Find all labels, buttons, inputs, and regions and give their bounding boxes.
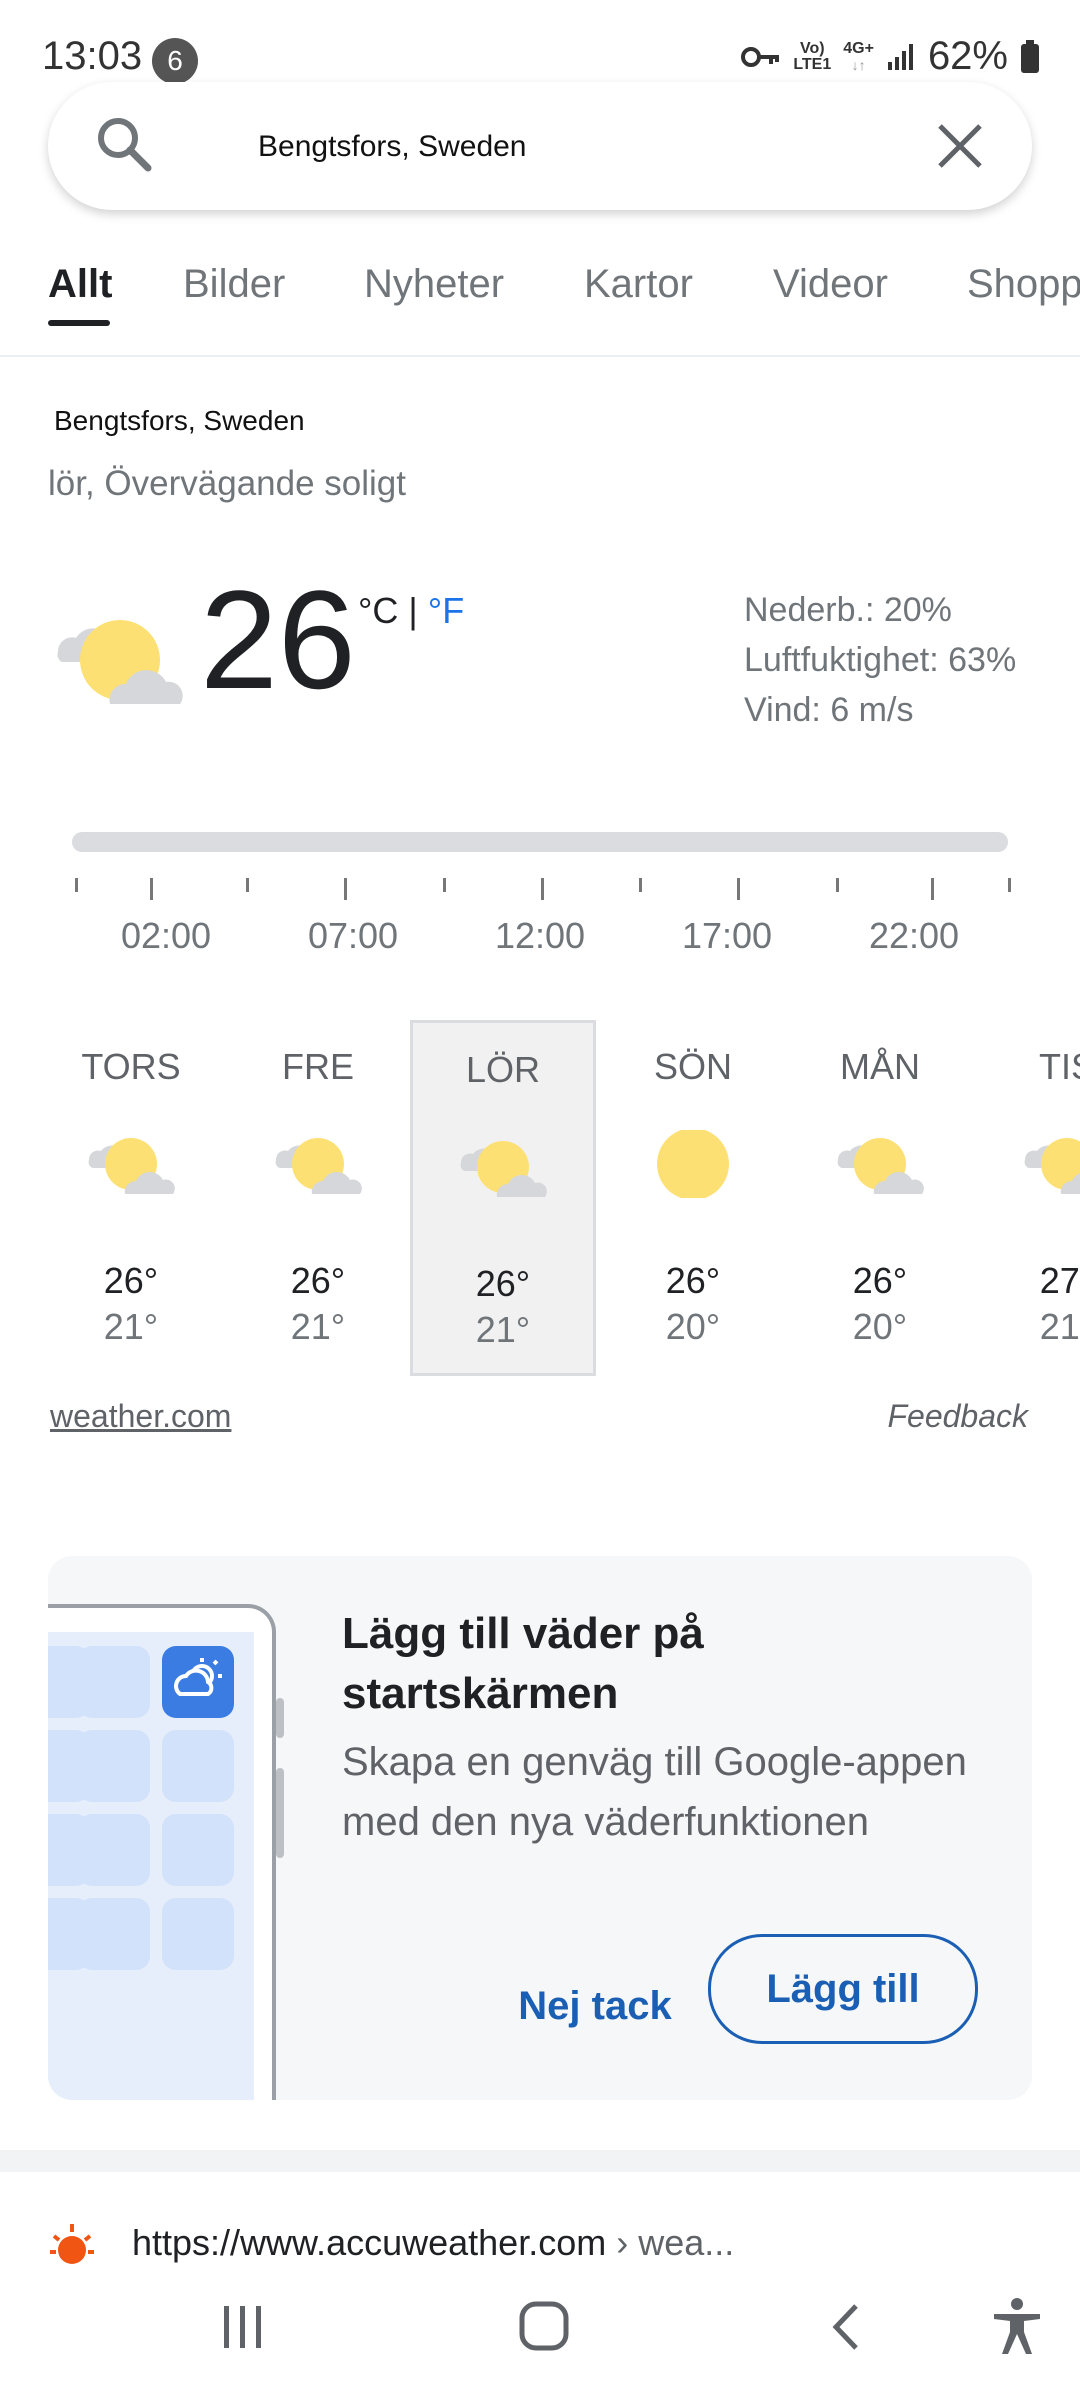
weather-location: Bengtsfors, Sweden [54,405,305,436]
precipitation: Nederb.: 20% [744,591,952,629]
system-nav-bar [0,2266,1080,2400]
tick [541,878,544,900]
tick [931,878,934,900]
tick [1008,878,1011,892]
feedback-link[interactable]: Feedback [887,1398,1028,1435]
accessibility-icon[interactable] [990,2296,1044,2356]
status-bar: 13:03 6 Vo) LTE1 4G+ ↓↑ 62% [0,0,1080,84]
day-name: TIS [1038,1046,1080,1087]
tick [75,878,78,892]
tick [246,878,249,892]
volte-indicator: Vo) LTE1 [793,39,832,73]
active-tab-indicator [48,320,110,326]
unit-celsius[interactable]: °C [358,590,398,631]
search-icon[interactable] [92,112,158,178]
day-name: FRE [282,1046,354,1087]
unit-switcher: °C | °F [358,590,464,632]
weather-condition: lör, Övervägande soligt [48,464,406,503]
partly-sunny-icon [1024,1138,1080,1194]
add-button[interactable]: Lägg till [708,1934,978,2044]
weather-details: Nederb.: 20% Luftfuktighet: 63% Vind: 6 … [744,585,1016,735]
clock: 13:03 [42,34,143,78]
current-temperature: 26 [200,561,356,718]
battery-icon [1021,39,1039,73]
hour-label: 07:00 [307,915,399,956]
search-tabs: Allt Bilder Nyheter Kartor Videor Shopp [0,240,1080,357]
phone-illustration [48,1604,284,2100]
notification-count-badge: 6 [152,38,198,84]
day-high: 26° [290,1260,346,1301]
unit-fahrenheit[interactable]: °F [428,590,464,631]
promo-description: Skapa en genväg till Google-appen med de… [342,1740,967,1844]
network-type: 4G+ ↓↑ [843,39,874,73]
partly-sunny-icon [460,1141,547,1197]
hour-label: 12:00 [494,915,586,956]
day-name: LÖR [465,1049,541,1090]
day-low: 21° [475,1309,531,1350]
search-bar[interactable]: Bengtsfors, Sweden [48,82,1032,210]
unit-separator: | [408,590,418,631]
search-input[interactable]: Bengtsfors, Sweden [258,130,527,164]
forecast-day[interactable]: FRE 26° 21° [225,1020,411,1376]
forecast-day[interactable]: MÅN 26° 20° [787,1020,973,1376]
day-name: TORS [81,1046,181,1087]
tab-nyheter[interactable]: Nyheter [364,262,504,307]
tab-bilder[interactable]: Bilder [183,262,285,307]
forecast-day[interactable]: TORS 26° 21° [38,1020,224,1376]
tick [836,878,839,892]
day-low: 21° [1039,1306,1080,1347]
recent-apps-icon[interactable] [218,2302,268,2352]
humidity: Luftfuktighet: 63% [744,641,1017,679]
wind: Vind: 6 m/s [744,691,914,729]
vpn-key-icon [741,46,780,67]
partly-sunny-icon [837,1138,924,1194]
decline-button[interactable]: Nej tack [500,1956,690,2056]
day-high: 26° [665,1260,721,1301]
close-icon[interactable] [930,116,990,176]
partly-sunny-icon [88,1138,175,1194]
section-divider [0,2150,1080,2172]
forecast-day-selected[interactable]: LÖR 26° 21° [410,1020,596,1376]
tab-shopping[interactable]: Shopp [967,262,1080,307]
day-low: 20° [852,1306,908,1347]
tick [150,878,153,900]
home-icon[interactable] [518,2300,570,2352]
day-low: 21° [103,1306,159,1347]
day-low: 21° [290,1306,346,1347]
tab-allt[interactable]: Allt [48,262,112,307]
partly-sunny-icon [275,1138,362,1194]
day-name: MÅN [840,1046,920,1087]
tick [344,878,347,900]
tab-kartor[interactable]: Kartor [584,262,693,307]
hour-label: 02:00 [120,915,212,956]
day-high: 26° [103,1260,159,1301]
weather-app-icon [162,1646,234,1718]
promo-title: Lägg till väder på startskärmen [342,1609,704,1718]
day-name: SÖN [653,1046,732,1087]
signal-strength-icon [887,43,913,70]
forecast-day[interactable]: SÖN 26° 20° [600,1020,786,1376]
add-weather-promo-card: Lägg till väder på startskärmen Skapa en… [48,1556,1032,2100]
tick [639,878,642,892]
tab-videor[interactable]: Videor [773,262,888,307]
hour-label: 17:00 [681,915,773,956]
status-icons: Vo) LTE1 4G+ ↓↑ 62% [741,34,1040,79]
battery-percent: 62% [927,34,1008,78]
accuweather-favicon [50,2224,94,2264]
sun-icon [657,1130,729,1198]
day-low: 20° [665,1306,721,1347]
forecast-day[interactable]: TIS 27° 21° [974,1020,1080,1376]
hourly-slider[interactable] [72,832,1008,852]
tick [443,878,446,892]
day-high: 26° [852,1260,908,1301]
back-icon[interactable] [826,2300,866,2354]
result-url[interactable]: https://www.accuweather.com › wea... [132,2222,734,2264]
day-high: 27° [1039,1260,1080,1301]
weather-source-link[interactable]: weather.com [50,1398,231,1435]
partly-sunny-icon [57,620,183,704]
hour-label: 22:00 [868,915,960,956]
day-high: 26° [475,1263,531,1304]
tick [737,878,740,900]
